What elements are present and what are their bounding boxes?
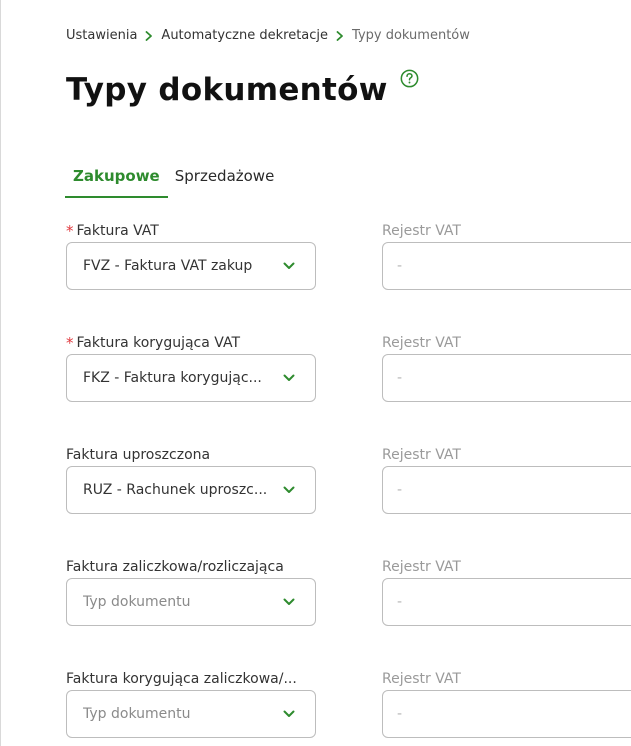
field-label-text: Faktura korygująca VAT bbox=[76, 335, 241, 351]
register-value: - bbox=[397, 258, 403, 274]
select-placeholder: Typ dokumentu bbox=[83, 706, 191, 722]
tab-sprzedazowe[interactable]: Sprzedażowe bbox=[168, 160, 283, 198]
field-label: * Faktura korygująca VAT bbox=[66, 334, 240, 352]
select-value: FVZ - Faktura VAT zakup bbox=[83, 258, 253, 274]
required-asterisk: * bbox=[66, 222, 74, 240]
select-placeholder: Typ dokumentu bbox=[83, 594, 191, 610]
select-value: RUZ - Rachunek uproszc... bbox=[83, 482, 268, 498]
field-label-text: Faktura korygująca zaliczkowa/... bbox=[66, 671, 297, 687]
chevron-down-icon bbox=[283, 374, 295, 381]
field-label-text: Faktura VAT bbox=[76, 223, 159, 239]
page-title: Typy dokumentów bbox=[66, 72, 388, 108]
chevron-down-icon bbox=[283, 486, 295, 493]
field-row: * Faktura VAT Rejestr VAT FVZ - Faktura … bbox=[1, 222, 631, 334]
register-label: Rejestr VAT bbox=[382, 223, 461, 239]
document-type-select[interactable]: FKZ - Faktura korygując... bbox=[66, 354, 316, 402]
field-label-text: Faktura uproszczona bbox=[66, 447, 211, 463]
register-value: - bbox=[397, 594, 403, 610]
document-type-select[interactable]: Typ dokumentu bbox=[66, 690, 316, 738]
select-value: FKZ - Faktura korygując... bbox=[83, 370, 262, 386]
document-type-select[interactable]: FVZ - Faktura VAT zakup bbox=[66, 242, 316, 290]
help-circle-icon[interactable] bbox=[400, 69, 419, 88]
field-row: * Faktura korygująca VAT Rejestr VAT FKZ… bbox=[1, 334, 631, 446]
document-type-select[interactable]: Typ dokumentu bbox=[66, 578, 316, 626]
register-label: Rejestr VAT bbox=[382, 447, 461, 463]
field-label: Faktura uproszczona bbox=[66, 446, 210, 464]
breadcrumb-item-current: Typy dokumentów bbox=[352, 28, 470, 43]
field-label-text: Faktura zaliczkowa/rozliczająca bbox=[66, 559, 284, 575]
register-input[interactable]: - bbox=[382, 354, 631, 402]
field-row: Faktura korygująca zaliczkowa/... Rejest… bbox=[1, 670, 631, 746]
tabs: Zakupowe Sprzedażowe bbox=[65, 160, 282, 198]
breadcrumb-item-auto-postings[interactable]: Automatyczne dekretacje bbox=[161, 27, 328, 45]
register-input[interactable]: - bbox=[382, 242, 631, 290]
register-value: - bbox=[397, 482, 403, 498]
required-asterisk: * bbox=[66, 334, 74, 352]
tab-zakupowe[interactable]: Zakupowe bbox=[65, 160, 168, 198]
chevron-down-icon bbox=[283, 262, 295, 269]
breadcrumb-item-settings[interactable]: Ustawienia bbox=[66, 27, 137, 45]
field-row: Faktura zaliczkowa/rozliczająca Rejestr … bbox=[1, 558, 631, 670]
page: Ustawienia Automatyczne dekretacje Typy … bbox=[0, 0, 631, 746]
register-input[interactable]: - bbox=[382, 578, 631, 626]
register-input[interactable]: - bbox=[382, 690, 631, 738]
title-row: Typy dokumentów bbox=[66, 66, 419, 114]
breadcrumb: Ustawienia Automatyczne dekretacje Typy … bbox=[66, 27, 470, 45]
chevron-down-icon bbox=[283, 598, 295, 605]
chevron-right-icon bbox=[137, 31, 161, 41]
chevron-down-icon bbox=[283, 710, 295, 717]
chevron-right-icon bbox=[328, 31, 352, 41]
field-label: * Faktura VAT bbox=[66, 222, 159, 240]
register-label: Rejestr VAT bbox=[382, 671, 461, 687]
register-label: Rejestr VAT bbox=[382, 559, 461, 575]
register-value: - bbox=[397, 370, 403, 386]
register-input[interactable]: - bbox=[382, 466, 631, 514]
field-label: Faktura zaliczkowa/rozliczająca bbox=[66, 558, 284, 576]
register-label: Rejestr VAT bbox=[382, 335, 461, 351]
field-label: Faktura korygująca zaliczkowa/... bbox=[66, 670, 297, 688]
field-row: Faktura uproszczona Rejestr VAT RUZ - Ra… bbox=[1, 446, 631, 558]
document-type-select[interactable]: RUZ - Rachunek uproszc... bbox=[66, 466, 316, 514]
register-value: - bbox=[397, 706, 403, 722]
